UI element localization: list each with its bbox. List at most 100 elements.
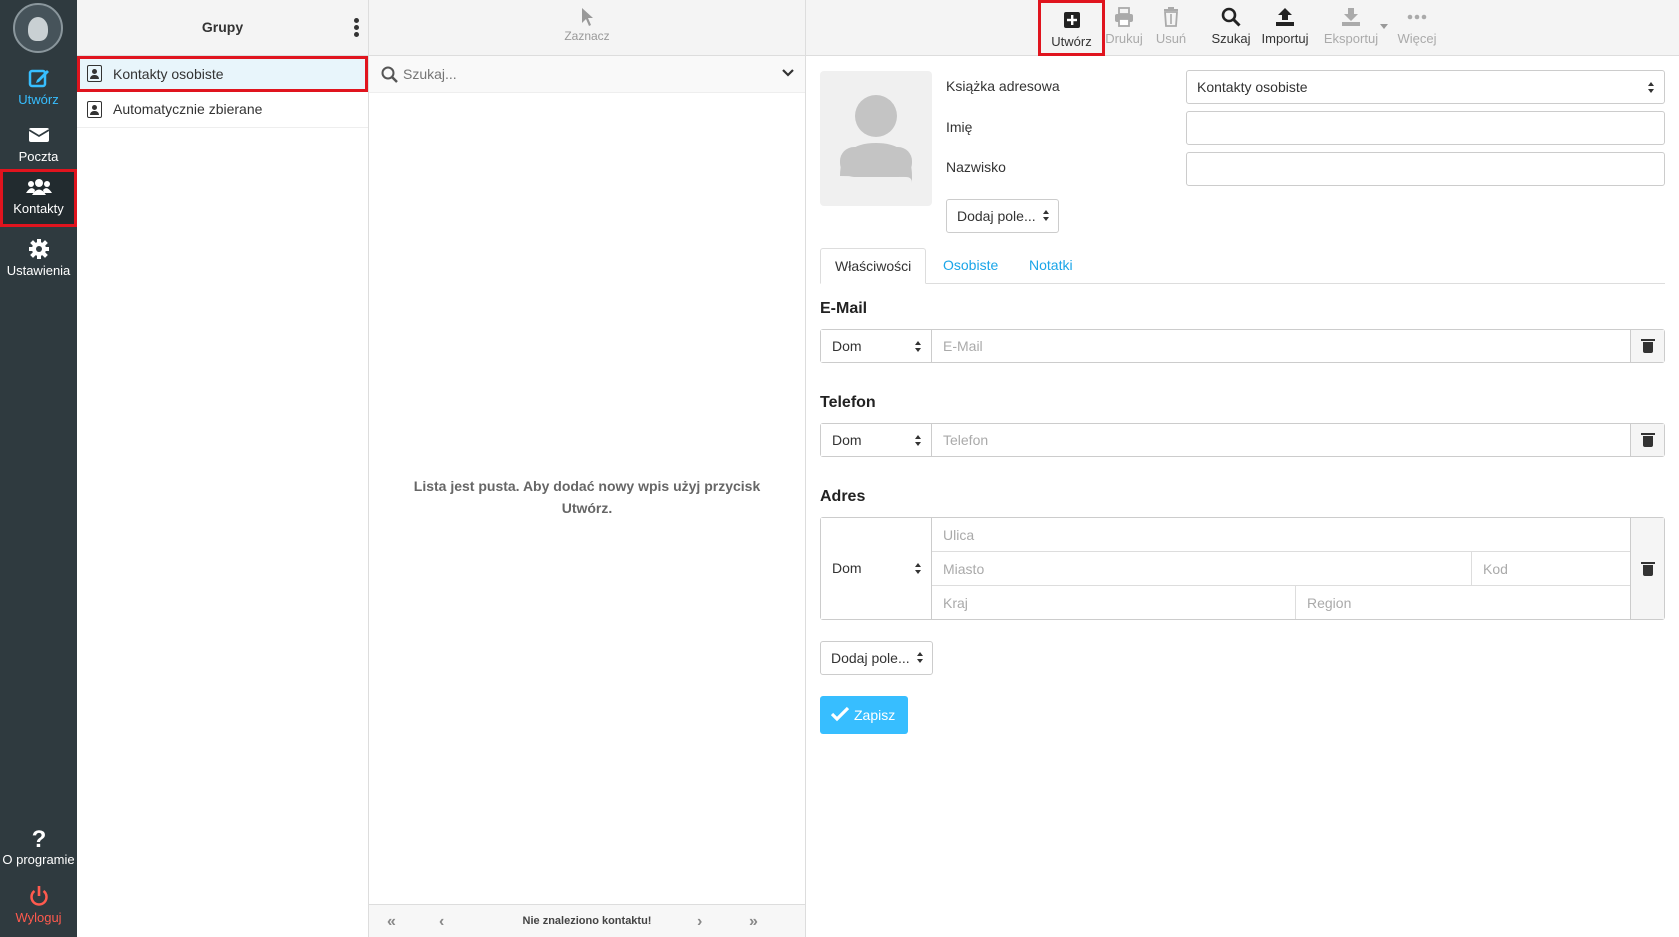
tab-personal[interactable]: Osobiste xyxy=(929,248,1012,284)
email-input[interactable] xyxy=(932,330,1627,362)
nav-mail[interactable]: Poczta xyxy=(0,117,77,175)
last-page-icon[interactable]: » xyxy=(749,913,758,931)
search-input[interactable] xyxy=(403,62,763,86)
firstname-input[interactable] xyxy=(1186,111,1665,145)
sort-arrows-icon xyxy=(916,652,924,664)
street-input[interactable] xyxy=(932,519,1627,550)
export-button[interactable]: Eksportuj xyxy=(1319,0,1383,56)
address-divider xyxy=(932,585,1630,586)
next-page-icon[interactable]: › xyxy=(697,913,702,931)
email-type-value: Dom xyxy=(832,338,862,354)
import-label: Importuj xyxy=(1261,31,1309,46)
city-input[interactable] xyxy=(932,553,1470,584)
chevron-down-icon[interactable] xyxy=(781,66,795,80)
address-field-group: Dom xyxy=(820,517,1665,620)
group-item-collected[interactable]: Automatycznie zbierane xyxy=(77,92,368,128)
import-button[interactable]: Importuj xyxy=(1257,0,1313,56)
compose-icon xyxy=(28,69,49,88)
delete-button[interactable]: Usuń xyxy=(1150,0,1192,56)
save-button[interactable]: Zapisz xyxy=(820,696,908,734)
contact-editor: Utwórz Drukuj Usuń Szukaj Importuj Ekspo… xyxy=(806,0,1679,937)
power-icon xyxy=(29,886,48,906)
tab-notes[interactable]: Notatki xyxy=(1015,248,1087,284)
check-icon xyxy=(831,706,849,722)
addressbook-value: Kontakty osobiste xyxy=(1197,79,1308,95)
group-item-personal[interactable]: Kontakty osobiste xyxy=(77,56,368,92)
phone-input[interactable] xyxy=(932,424,1627,456)
print-button[interactable]: Drukuj xyxy=(1104,0,1144,56)
email-field-group: Dom xyxy=(820,329,1665,363)
empty-list-message: Lista jest pusta. Aby dodać nowy wpis uż… xyxy=(413,478,761,516)
address-section-title: Adres xyxy=(820,488,866,505)
sort-arrows-icon xyxy=(1042,210,1050,222)
select-button[interactable]: Zaznacz xyxy=(369,7,805,43)
nav-logout[interactable]: Wyloguj xyxy=(0,878,77,936)
phone-type-select[interactable]: Dom xyxy=(821,424,932,456)
add-field-bottom-button[interactable]: Dodaj pole... xyxy=(820,641,933,675)
addressbook-select[interactable]: Kontakty osobiste xyxy=(1186,70,1665,104)
printer-icon xyxy=(1115,7,1133,27)
contact-list-panel: Zaznacz Lista jest pusta. Aby dodać nowy… xyxy=(369,0,806,937)
groups-header: Grupy xyxy=(77,0,368,56)
person-icon xyxy=(840,95,912,183)
phone-field-group: Dom xyxy=(820,423,1665,457)
address-type-select[interactable]: Dom xyxy=(821,518,932,619)
group-item-label: Automatycznie zbierane xyxy=(113,101,263,117)
pager-status: Nie znaleziono kontaktu! xyxy=(522,915,652,927)
nav-mail-label: Poczta xyxy=(18,149,59,164)
list-header: Zaznacz xyxy=(369,0,805,56)
phone-section-title: Telefon xyxy=(820,394,876,411)
select-label: Zaznacz xyxy=(564,29,610,43)
address-divider xyxy=(932,551,1630,552)
groups-menu-icon[interactable] xyxy=(354,18,360,39)
nav-compose-label: Utwórz xyxy=(18,92,59,107)
download-icon xyxy=(1342,8,1360,26)
email-type-select[interactable]: Dom xyxy=(821,330,932,362)
nav-contacts[interactable]: Kontakty xyxy=(0,169,77,227)
main-navigation: Utwórz Poczta Kontakty Ustawienia ? O pr… xyxy=(0,0,77,937)
address-type-value: Dom xyxy=(832,560,862,576)
tab-properties[interactable]: Właściwości xyxy=(820,248,927,284)
email-section-title: E-Mail xyxy=(820,300,868,317)
pointer-icon xyxy=(582,8,593,26)
svg-text:?: ? xyxy=(31,826,46,850)
zip-input[interactable] xyxy=(1472,553,1627,584)
sort-arrows-icon xyxy=(915,435,922,447)
list-pager: « ‹ Nie znaleziono kontaktu! › » xyxy=(369,904,805,937)
trash-icon xyxy=(1641,562,1655,576)
search-label: Szukaj xyxy=(1211,31,1251,46)
search-icon xyxy=(1221,7,1241,27)
upload-icon xyxy=(1276,8,1294,26)
nav-compose[interactable]: Utwórz xyxy=(0,60,77,118)
addressbook-icon xyxy=(87,101,102,118)
nav-about[interactable]: ? O programie xyxy=(0,820,77,878)
add-field-button[interactable]: Dodaj pole... xyxy=(946,199,1059,233)
phone-delete-button[interactable] xyxy=(1630,424,1664,456)
search-button[interactable]: Szukaj xyxy=(1208,0,1254,56)
form-tabs: Właściwości Osobiste Notatki xyxy=(820,248,1665,284)
university-logo xyxy=(13,3,63,53)
address-delete-button[interactable] xyxy=(1630,518,1664,619)
lastname-input[interactable] xyxy=(1186,152,1665,186)
trash-icon xyxy=(1641,339,1655,353)
add-field-label: Dodaj pole... xyxy=(957,208,1036,224)
trash-icon xyxy=(1641,433,1655,447)
groups-title: Grupy xyxy=(201,19,244,35)
gear-icon xyxy=(28,239,49,259)
add-field-bottom-label: Dodaj pole... xyxy=(831,650,910,666)
create-label: Utwórz xyxy=(1051,34,1092,49)
more-button[interactable]: Więcej xyxy=(1395,0,1439,56)
nav-contacts-label: Kontakty xyxy=(13,201,64,216)
nav-about-label: O programie xyxy=(2,852,75,867)
export-dropdown-icon[interactable] xyxy=(1380,24,1388,29)
nav-settings[interactable]: Ustawienia xyxy=(0,231,77,289)
question-icon: ? xyxy=(31,826,46,850)
create-button[interactable]: Utwórz xyxy=(1038,0,1105,56)
contact-photo[interactable] xyxy=(820,71,932,206)
email-delete-button[interactable] xyxy=(1630,330,1664,362)
addressbook-label: Książka adresowa xyxy=(946,78,1060,94)
export-label: Eksportuj xyxy=(1323,31,1379,46)
addressbook-icon xyxy=(87,65,102,82)
country-input[interactable] xyxy=(932,587,1294,618)
region-input[interactable] xyxy=(1296,587,1627,618)
